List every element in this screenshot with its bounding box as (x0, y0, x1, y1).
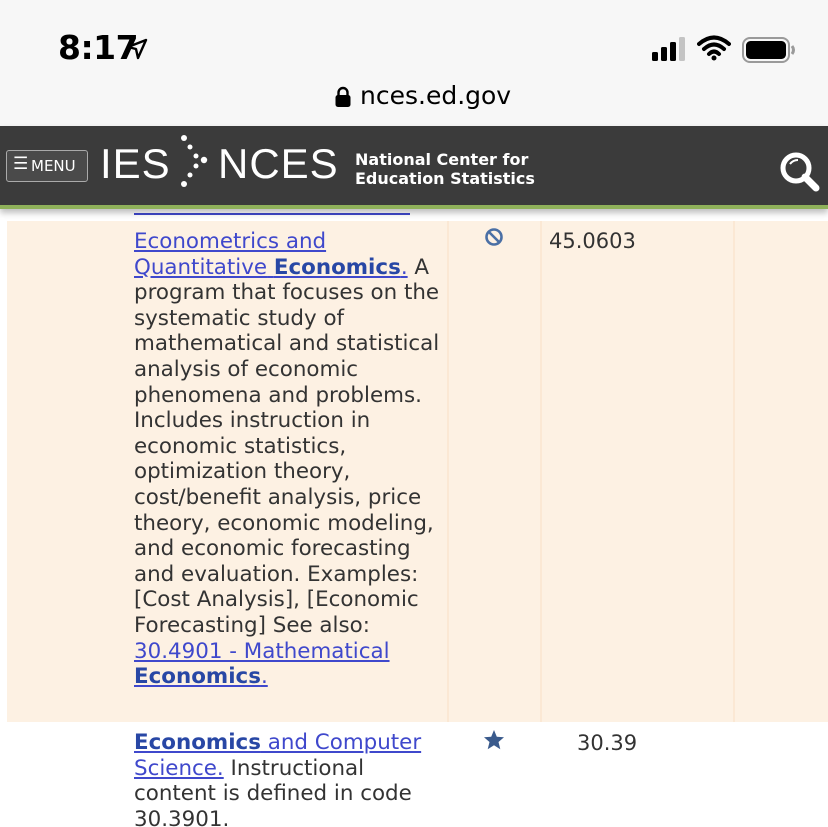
url-text[interactable]: nces.ed.gov (360, 81, 511, 110)
column-divider (447, 221, 449, 722)
logo-nces[interactable]: NCES (218, 140, 339, 188)
org-name-line1: National Center for (355, 150, 529, 169)
cellular-signal-icon (652, 37, 685, 61)
cip-code: 45.0603 (549, 229, 636, 253)
nces-dots-logo-icon (181, 135, 208, 187)
menu-icon: ☰ (13, 154, 29, 174)
star-icon (484, 730, 504, 750)
site-header: ☰ MENU IES NCES National Center for Educ… (0, 126, 828, 209)
location-arrow-icon (126, 38, 148, 60)
column-divider (540, 221, 542, 722)
no-entry-icon (485, 228, 503, 246)
program-description: A program that focuses on the systematic… (134, 254, 440, 638)
see-also-link[interactable]: 30.4901 - Mathematical Economics. (134, 639, 390, 690)
org-name: National Center for Education Statistics (355, 150, 535, 188)
row-description: Economics and Computer Science. Instruct… (134, 730, 442, 827)
status-bar: 8:17 (0, 0, 828, 80)
address-bar[interactable]: nces.ed.gov (0, 80, 828, 126)
battery-icon (742, 37, 795, 63)
logo-ies[interactable]: IES (100, 140, 171, 188)
menu-label: MENU (31, 157, 76, 175)
org-name-line2: Education Statistics (355, 169, 535, 188)
column-divider (733, 221, 735, 722)
program-title-link[interactable]: Econometrics and Quantitative Economics. (134, 229, 408, 280)
cip-code: 30.39 (577, 731, 638, 755)
cip-results-table: Econometrics and Quantitative Economics. … (0, 205, 828, 827)
row-description: Econometrics and Quantitative Economics. … (134, 229, 442, 690)
search-icon[interactable] (778, 150, 822, 194)
wifi-icon (697, 35, 731, 61)
lock-icon (335, 86, 351, 107)
menu-button[interactable]: ☰ MENU (6, 150, 88, 182)
